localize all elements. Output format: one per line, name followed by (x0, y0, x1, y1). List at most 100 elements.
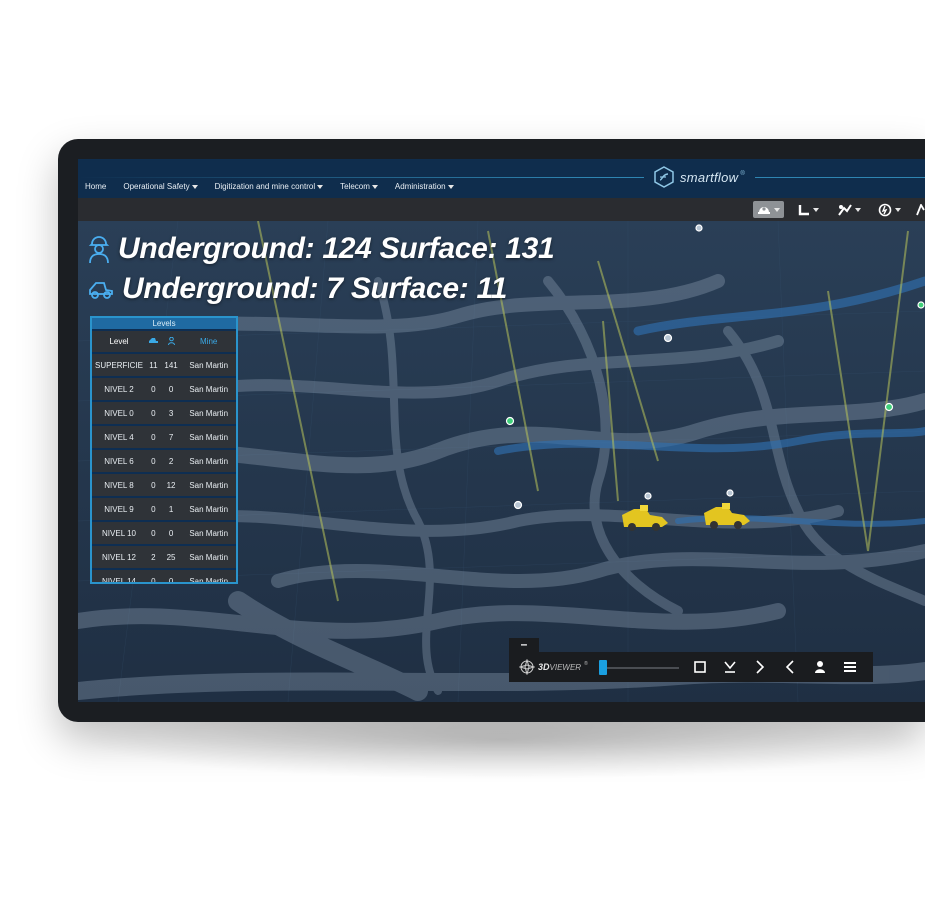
cell-level: NIVEL 14 (92, 570, 146, 582)
col-people (160, 331, 182, 352)
viewer-trademark: ® (584, 661, 588, 667)
cell-mine: San Martin (181, 546, 236, 568)
table-row[interactable]: NIVEL 14 0 0 San Martin (92, 570, 236, 582)
user-button[interactable] (812, 659, 828, 675)
download-icon (724, 661, 736, 673)
stats-tool[interactable] (878, 201, 901, 218)
person-icon (167, 336, 175, 345)
cell-mine: San Martin (181, 570, 236, 582)
cell-level: NIVEL 6 (92, 450, 146, 472)
cell-vehicles: 0 (146, 474, 161, 496)
table-row[interactable]: NIVEL 2 0 0 San Martin (92, 378, 236, 400)
chevron-down-icon (813, 207, 819, 212)
map-toolbar (78, 198, 925, 221)
table-row[interactable]: NIVEL 8 0 12 San Martin (92, 474, 236, 496)
cell-level: NIVEL 9 (92, 498, 146, 520)
header-line (78, 177, 925, 178)
compass-icon (519, 659, 535, 675)
brand-name: smartflow (680, 169, 739, 185)
tag-tool[interactable] (838, 201, 861, 218)
vehicle-icon (148, 338, 158, 343)
nav-item-label: Digitization and mine control (214, 182, 316, 191)
nav-item-administration[interactable]: Administration (395, 182, 454, 196)
viewer-bar: 3D VIEWER ® (509, 652, 873, 682)
nav-item-telecom[interactable]: Telecom (340, 182, 378, 196)
next-button[interactable] (752, 659, 768, 675)
cell-level: NIVEL 8 (92, 474, 146, 496)
cell-level: NIVEL 4 (92, 426, 146, 448)
download-button[interactable] (722, 659, 738, 675)
cell-vehicles: 0 (146, 378, 161, 400)
stop-icon (694, 661, 706, 673)
previous-icon (785, 660, 794, 674)
cell-people: 0 (160, 570, 182, 582)
cell-level: SUPERFICIE (92, 354, 146, 376)
cell-vehicles: 0 (146, 450, 161, 472)
next-icon (756, 660, 765, 674)
brand-trademark: ® (740, 171, 745, 177)
menu-button[interactable] (842, 659, 858, 675)
cell-level: NIVEL 12 (92, 546, 146, 568)
nav-item-label: Home (85, 182, 107, 191)
chevron-down-icon (774, 207, 780, 212)
viewer-controls: – 3D VIEWER ® (509, 638, 873, 683)
layout-icon (798, 204, 809, 215)
header-bar: smartflow ® Home Operational Safety Digiti… (78, 159, 925, 199)
people-count-text: Underground: 124 Surface: 131 (118, 232, 555, 265)
col-level: Level (92, 331, 146, 352)
cell-people: 2 (160, 450, 182, 472)
app-screen: smartflow ® Home Operational Safety Digiti… (78, 159, 925, 702)
stats-icon (878, 203, 892, 216)
table-row[interactable]: SUPERFICIE 11 141 San Martin (92, 354, 236, 376)
previous-button[interactable] (782, 659, 798, 675)
timeline-slider-handle[interactable] (598, 660, 607, 675)
person-marker-tool[interactable] (753, 201, 784, 218)
nav-item-operational-safety[interactable]: Operational Safety (123, 182, 198, 196)
stop-button[interactable] (692, 659, 708, 675)
cell-people: 0 (160, 522, 182, 544)
chevron-down-icon (191, 184, 198, 189)
cell-mine: San Martin (181, 402, 236, 424)
cell-mine: San Martin (181, 450, 236, 472)
chevron-down-icon (855, 207, 861, 212)
table-row[interactable]: NIVEL 12 2 25 San Martin (92, 546, 236, 568)
cell-vehicles: 0 (146, 426, 161, 448)
collapse-button[interactable]: – (509, 638, 539, 652)
extra-tool[interactable] (916, 201, 925, 218)
table-row[interactable]: NIVEL 4 0 7 San Martin (92, 426, 236, 448)
levels-table: Level Mine SUPERFICIE 11 141 San Martin NIVE… (92, 329, 236, 582)
cell-people: 25 (160, 546, 182, 568)
nav-item-home[interactable]: Home (85, 182, 106, 196)
nav-item-label: Telecom (340, 182, 370, 191)
levels-table-body: SUPERFICIE 11 141 San Martin NIVEL 2 0 0 San Ma… (92, 354, 236, 582)
table-row[interactable]: NIVEL 9 0 1 San Martin (92, 498, 236, 520)
cell-people: 141 (160, 354, 182, 376)
cell-people: 0 (160, 378, 182, 400)
vehicle-count-row: Underground: 7 Surface: 11 (88, 269, 554, 309)
nav-item-label: Administration (394, 182, 446, 191)
cell-level: NIVEL 10 (92, 522, 146, 544)
cell-vehicles: 0 (146, 498, 161, 520)
layout-tool[interactable] (798, 201, 819, 218)
viewer-logo: 3D VIEWER ® (519, 659, 588, 675)
viewer-logo-3d: 3D (538, 662, 550, 672)
cell-mine: San Martin (181, 426, 236, 448)
counts-overlay: Underground: 124 Surface: 131 Undergroun… (88, 229, 555, 309)
chevron-down-icon (895, 207, 901, 212)
chevron-down-icon (447, 184, 454, 189)
cell-people: 3 (160, 402, 182, 424)
levels-title: Levels (92, 318, 236, 329)
table-row[interactable]: NIVEL 10 0 0 San Martin (92, 522, 236, 544)
viewer-logo-text: VIEWER (549, 662, 582, 672)
nav-item-digitization-and-mine-control[interactable]: Digitization and mine control (215, 182, 324, 196)
timeline-slider-track[interactable] (599, 667, 679, 669)
table-row[interactable]: NIVEL 6 0 2 San Martin (92, 450, 236, 472)
cell-vehicles: 0 (146, 522, 161, 544)
cell-mine: San Martin (181, 378, 236, 400)
cell-level: NIVEL 0 (92, 402, 146, 424)
extra-icon (916, 203, 925, 215)
table-row[interactable]: NIVEL 0 0 3 San Martin (92, 402, 236, 424)
worker-icon (88, 236, 110, 264)
people-count-row: Underground: 124 Surface: 131 (88, 229, 555, 269)
main-nav: Home Operational Safety Digitization and m… (78, 182, 464, 196)
